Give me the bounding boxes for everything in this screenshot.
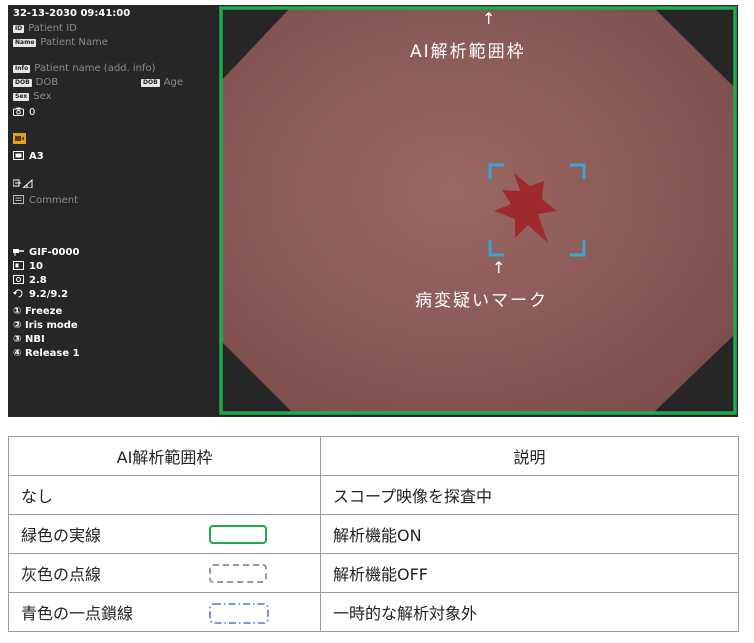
sex-row: Sex Sex [13,90,52,103]
param1-row: 10 [13,260,43,273]
patient-name-add: Patient name (add. info) [34,63,156,74]
recording-icon-row [13,133,31,146]
param2: 2.8 [29,275,47,286]
patient-id-row: ID Patient ID [13,22,77,35]
frame-arrow: ↑ [482,9,496,28]
tissue-area [221,8,734,414]
id-tag: ID [13,25,25,33]
description: スコープ映像を探査中 [333,487,493,506]
legend-row: なし スコープ映像を探査中 [8,475,739,515]
photo-count-row: 0 [13,106,35,119]
refresh-icon [13,289,23,298]
datetime: 32-13-2030 09:41:00 [13,8,131,19]
size-row: A3 [13,150,44,163]
description-cell: スコープ映像を探査中 [320,475,739,515]
description-cell: 解析機能ON [320,514,739,554]
description-cell: 一時的な解析対象外 [320,592,739,632]
frame-type: 灰色の点線 [21,565,102,584]
signal-icon [13,179,33,188]
dob-tag: DOB [13,79,32,87]
sex: Sex [33,91,52,102]
green-solid-frame-sample [209,525,267,544]
scope-row: GIF-0000 [13,246,79,259]
sex-tag: Sex [13,93,30,101]
description: 解析機能ON [333,526,422,545]
param1-icon [13,261,24,270]
age-row: DOB Age [141,76,183,89]
description: 一時的な解析対象外 [333,604,478,623]
endoscopic-view: ↑ AI解析範囲枠 ↑ 病変疑いマーク [218,5,738,417]
patient-name-add-row: Info Patient name (add. info) [13,62,156,75]
description-cell: 解析機能OFF [320,553,739,593]
signal-row [13,178,38,191]
frame-type-cell: 灰色の点線 [8,553,321,593]
lesion-label: 病変疑いマーク [415,291,548,311]
param1: 10 [29,261,43,272]
button-assign-2: ② Iris mode [13,320,78,331]
size: A3 [29,151,44,162]
size-icon [13,151,24,160]
legend-row: 青色の一点鎖線 一時的な解析対象外 [8,592,739,632]
header-description: 説明 [320,436,739,476]
blue-dashdot-frame-sample [209,603,269,624]
comment-icon [13,195,24,204]
camera-icon [13,107,24,116]
patient-name-row: Name Patient Name [13,36,108,49]
patient-name: Patient Name [40,37,108,48]
dob-tag-2: DOB [141,79,160,87]
button-assign-4: ④ Release 1 [13,348,80,359]
name-tag: Name [13,39,37,47]
header-frame: AI解析範囲枠 [8,436,321,476]
frame-type-cell: なし [8,475,321,515]
param2-icon [13,275,24,284]
frame-type: 青色の一点鎖線 [21,604,134,623]
recording-icon [13,133,26,144]
button-assign-1: ① Freeze [13,306,63,317]
frame-type-cell: 青色の一点鎖線 [8,592,321,632]
frame-type: なし [21,487,54,506]
legend-row: 灰色の点線 解析機能OFF [8,553,739,593]
comment: Comment [29,195,78,206]
legend-row: 緑色の実線 解析機能ON [8,514,739,554]
photo-count: 0 [29,107,36,118]
endoscope-monitor: 32-13-2030 09:41:00 ID Patient ID Name Pat… [8,5,738,417]
param2-row: 2.8 [13,274,47,287]
dob: DOB [35,77,59,88]
legend-header: AI解析範囲枠 説明 [8,436,739,476]
comment-row: Comment [13,194,78,207]
lesion-arrow: ↑ [492,258,506,277]
gray-dashed-frame-sample [209,564,267,583]
param3: 9.2/9.2 [29,289,69,300]
legend-table: AI解析範囲枠 説明 なし スコープ映像を探査中 緑色の実線 解析機能ON 灰色… [8,436,739,632]
patient-id: Patient ID [28,23,77,34]
param3-row: 9.2/9.2 [13,288,68,301]
frame-type-cell: 緑色の実線 [8,514,321,554]
frame-type: 緑色の実線 [21,526,102,545]
description: 解析機能OFF [333,565,429,584]
dob-row: DOB DOB [13,76,58,89]
patient-info-panel: 32-13-2030 09:41:00 ID Patient ID Name Pat… [8,5,216,417]
frame-label: AI解析範囲枠 [410,42,526,62]
age: Age [163,77,183,88]
button-assign-3: ③ NBI [13,334,45,345]
scope-icon [13,249,24,256]
info-tag: Info [13,65,31,73]
scope-model: GIF-0000 [29,247,80,258]
endoscopic-image [218,5,738,417]
